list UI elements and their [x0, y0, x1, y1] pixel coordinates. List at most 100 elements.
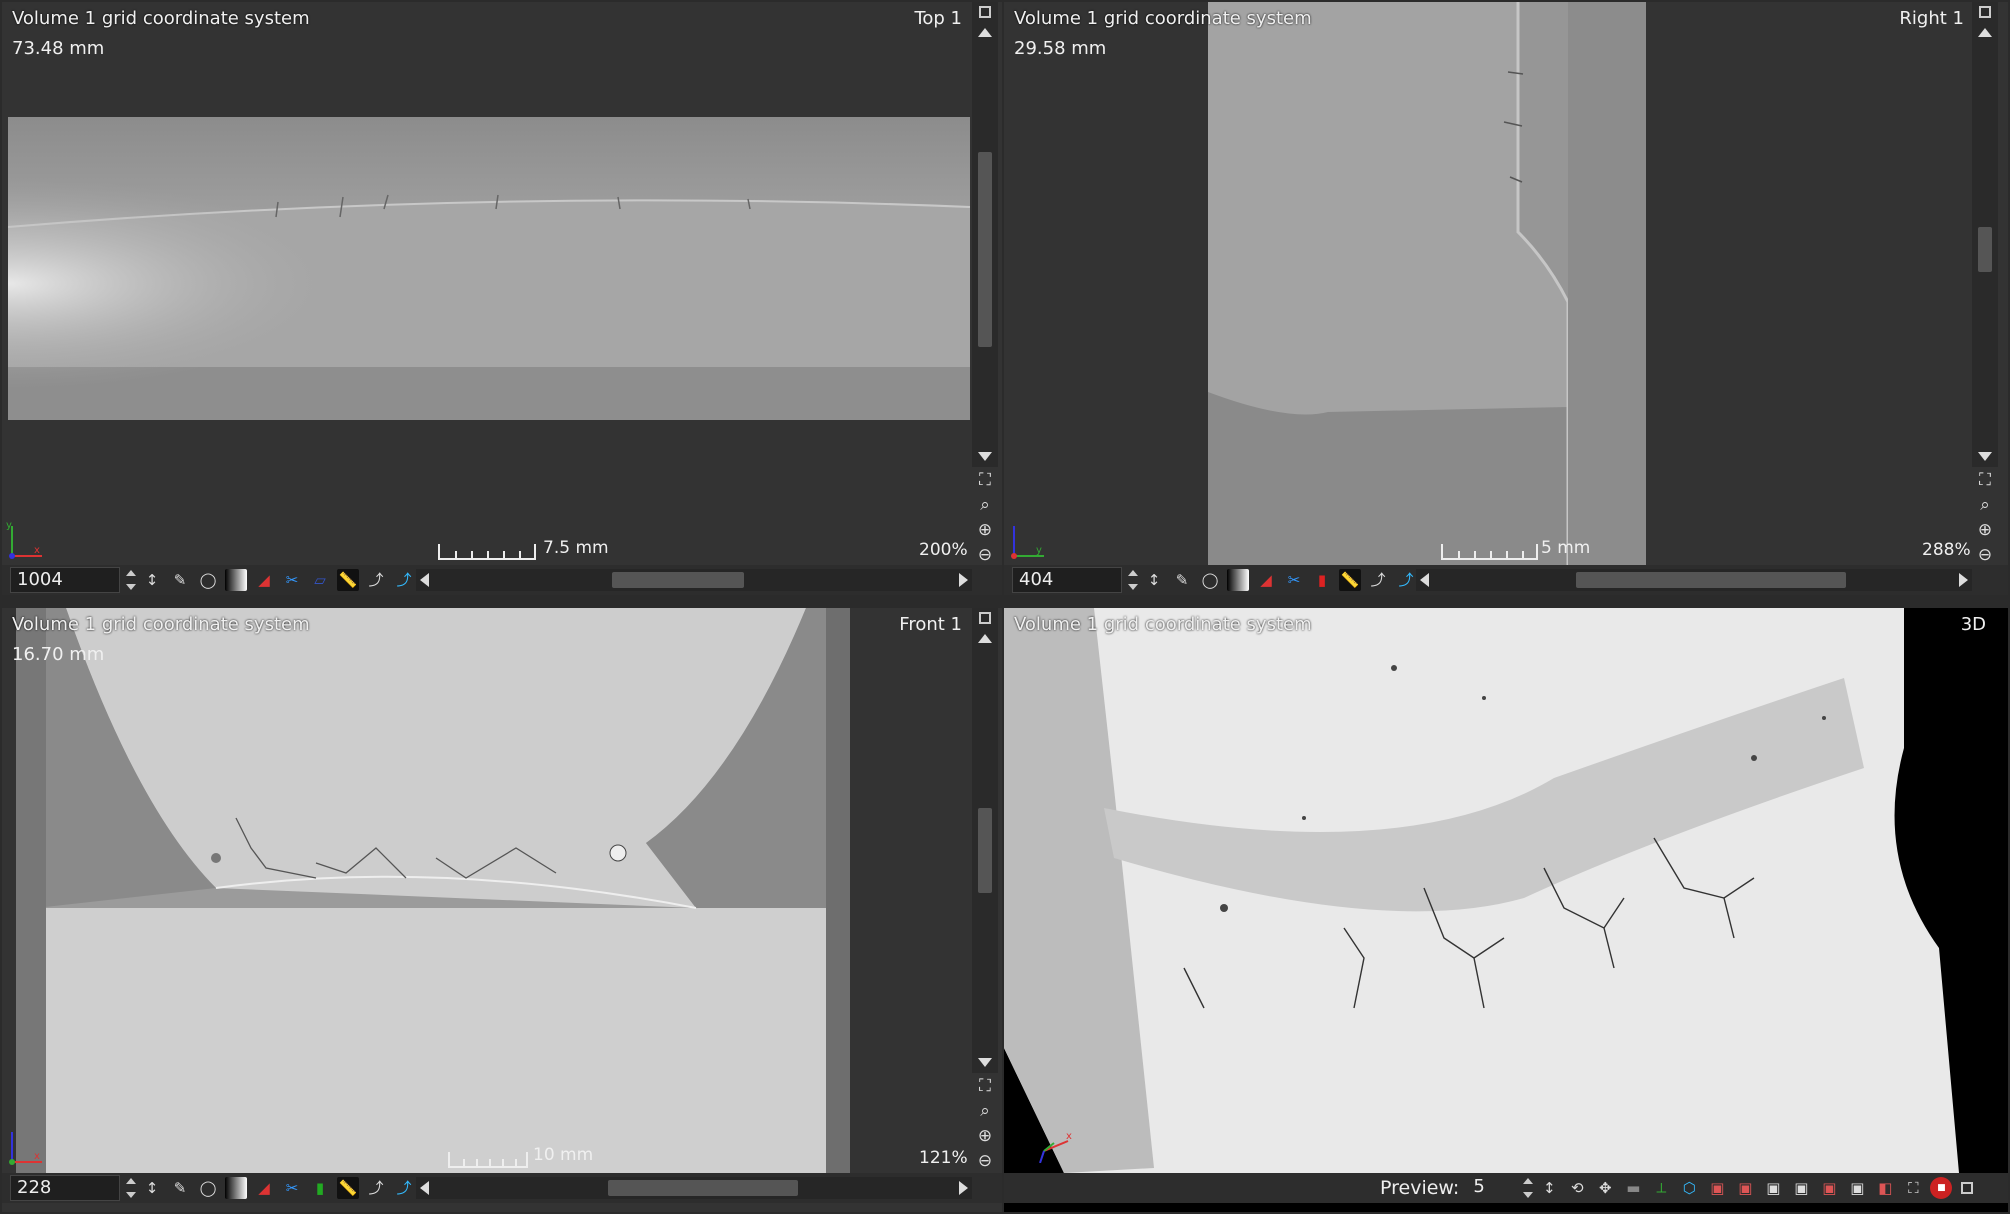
color-map-icon[interactable]: ◢ — [1255, 569, 1277, 591]
curve-blue-tool-icon[interactable]: ⤴ — [393, 569, 415, 591]
slice-step-icon[interactable]: ↕ — [1143, 569, 1165, 591]
scroll-thumb[interactable] — [978, 808, 992, 893]
grayscale-icon[interactable] — [1227, 569, 1249, 591]
h-scroll-thumb[interactable] — [608, 1180, 798, 1196]
scroll-down-arrow[interactable] — [1978, 452, 1992, 461]
circle-tool-icon[interactable]: ◯ — [1199, 569, 1221, 591]
circle-tool-icon[interactable]: ◯ — [197, 1177, 219, 1199]
slice-spinner[interactable] — [124, 567, 138, 593]
view-bottom-icon[interactable]: ▣ — [1846, 1177, 1868, 1199]
rotate-tool-icon[interactable]: ⟲ — [1566, 1177, 1588, 1199]
pin-tool-icon[interactable]: ✎ — [1171, 569, 1193, 591]
scroll-down-arrow[interactable] — [978, 452, 992, 461]
top-view-panel[interactable]: Volume 1 grid coordinate system 73.48 mm… — [2, 2, 1002, 595]
zoom-in-icon[interactable]: ⊕ — [974, 1125, 996, 1147]
zoom-icon[interactable]: ⌕ — [974, 1100, 996, 1122]
scroll-left-arrow[interactable] — [1420, 573, 1429, 587]
ruler-icon[interactable]: 📏 — [1339, 569, 1361, 591]
scroll-left-arrow[interactable] — [420, 1181, 429, 1195]
cut-tool-icon[interactable]: ✂ — [281, 569, 303, 591]
view-right-icon[interactable]: ▣ — [1790, 1177, 1812, 1199]
vertical-scrollbar[interactable] — [972, 608, 998, 1073]
3d-view-panel[interactable]: Volume 1 grid coordinate system 3D x Pre… — [1004, 608, 2008, 1212]
plane-tool-icon[interactable]: ▮ — [1311, 569, 1333, 591]
pin-icon[interactable] — [1961, 1182, 1974, 1194]
slice-spinner[interactable] — [124, 1175, 138, 1201]
view-top-icon[interactable]: ▣ — [1818, 1177, 1840, 1199]
view-left-icon[interactable]: ▣ — [1762, 1177, 1784, 1199]
top-slice-image[interactable] — [8, 117, 970, 420]
view-back-icon[interactable]: ▣ — [1734, 1177, 1756, 1199]
scroll-thumb[interactable] — [1978, 227, 1992, 272]
horizontal-scrollbar[interactable] — [1416, 569, 1972, 591]
plane-tool-icon[interactable]: ▮ — [309, 1177, 331, 1199]
view-iso-icon[interactable]: ◧ — [1874, 1177, 1896, 1199]
scroll-up-arrow[interactable] — [978, 28, 992, 37]
slice-spinner[interactable] — [1126, 567, 1140, 593]
3d-render-image[interactable] — [1004, 608, 2008, 1173]
curve-tool-icon[interactable]: ⤴ — [365, 569, 387, 591]
preview-spinner[interactable] — [1521, 1175, 1535, 1201]
view-front-icon[interactable]: ▣ — [1706, 1177, 1728, 1199]
scroll-thumb[interactable] — [978, 152, 992, 347]
slice-number-input[interactable]: 1004 — [10, 567, 120, 593]
horizontal-scrollbar[interactable] — [416, 1177, 972, 1199]
pin-icon[interactable] — [979, 612, 991, 624]
scroll-up-arrow[interactable] — [1978, 28, 1992, 37]
right-slice-image[interactable] — [1208, 2, 1646, 565]
curve-tool-icon[interactable]: ⤴ — [365, 1177, 387, 1199]
zoom-icon[interactable]: ⌕ — [1974, 494, 1996, 516]
circle-tool-icon[interactable]: ◯ — [197, 569, 219, 591]
cube-outline-icon[interactable]: ⬡ — [1678, 1177, 1700, 1199]
slice-number-input[interactable]: 228 — [10, 1175, 120, 1201]
axes-icon[interactable]: ⟂ — [1650, 1177, 1672, 1199]
color-map-icon[interactable]: ◢ — [253, 1177, 275, 1199]
horizontal-scrollbar[interactable] — [416, 569, 972, 591]
cut-tool-icon[interactable]: ✂ — [281, 1177, 303, 1199]
h-scroll-thumb[interactable] — [612, 572, 744, 588]
plane-tool-icon[interactable]: ▱ — [309, 569, 331, 591]
scroll-left-arrow[interactable] — [420, 573, 429, 587]
fit-all-icon[interactable]: ⛶ — [1902, 1177, 1924, 1199]
vertical-scrollbar[interactable] — [972, 2, 998, 467]
scroll-right-arrow[interactable] — [1959, 573, 1968, 587]
slice-step-icon[interactable]: ↕ — [141, 1177, 163, 1199]
preview-input[interactable]: 5 — [1467, 1175, 1518, 1201]
slice-step-icon[interactable]: ↕ — [141, 569, 163, 591]
front-view-panel[interactable]: Volume 1 grid coordinate system 16.70 mm… — [2, 608, 1002, 1212]
curve-blue-tool-icon[interactable]: ⤴ — [393, 1177, 415, 1199]
slice-number-input[interactable]: 404 — [1012, 567, 1122, 593]
pin-tool-icon[interactable]: ✎ — [169, 1177, 191, 1199]
pin-tool-icon[interactable]: ✎ — [169, 569, 191, 591]
ruler-icon[interactable]: 📏 — [337, 1177, 359, 1199]
grayscale-icon[interactable] — [225, 569, 247, 591]
fit-view-icon[interactable]: ⛶ — [974, 469, 996, 491]
vertical-scrollbar[interactable] — [1972, 2, 1998, 467]
move-tool-icon[interactable]: ✥ — [1594, 1177, 1616, 1199]
right-view-panel[interactable]: Volume 1 grid coordinate system 29.58 mm… — [1004, 2, 2008, 595]
scroll-down-arrow[interactable] — [978, 1058, 992, 1067]
ruler-icon[interactable]: 📏 — [337, 569, 359, 591]
step-icon[interactable]: ↕ — [1538, 1177, 1560, 1199]
grayscale-icon[interactable] — [225, 1177, 247, 1199]
h-scroll-thumb[interactable] — [1576, 572, 1846, 588]
slice-plane-icon[interactable]: ▬ — [1622, 1177, 1644, 1199]
scroll-right-arrow[interactable] — [959, 573, 968, 587]
zoom-in-icon[interactable]: ⊕ — [974, 519, 996, 541]
curve-tool-icon[interactable]: ⤴ — [1367, 569, 1389, 591]
color-map-icon[interactable]: ◢ — [253, 569, 275, 591]
fit-view-icon[interactable]: ⛶ — [1974, 469, 1996, 491]
curve-blue-tool-icon[interactable]: ⤴ — [1395, 569, 1417, 591]
zoom-out-icon[interactable]: ⊖ — [974, 1150, 996, 1172]
scroll-up-arrow[interactable] — [978, 634, 992, 643]
fit-view-icon[interactable]: ⛶ — [974, 1075, 996, 1097]
front-slice-image[interactable] — [16, 608, 850, 1173]
cut-tool-icon[interactable]: ✂ — [1283, 569, 1305, 591]
zoom-out-icon[interactable]: ⊖ — [974, 544, 996, 566]
scroll-right-arrow[interactable] — [959, 1181, 968, 1195]
pin-icon[interactable] — [1979, 6, 1991, 18]
stop-icon[interactable]: ■ — [1930, 1177, 1953, 1199]
zoom-out-icon[interactable]: ⊖ — [1974, 544, 1996, 566]
pin-icon[interactable] — [979, 6, 991, 18]
zoom-icon[interactable]: ⌕ — [974, 494, 996, 516]
